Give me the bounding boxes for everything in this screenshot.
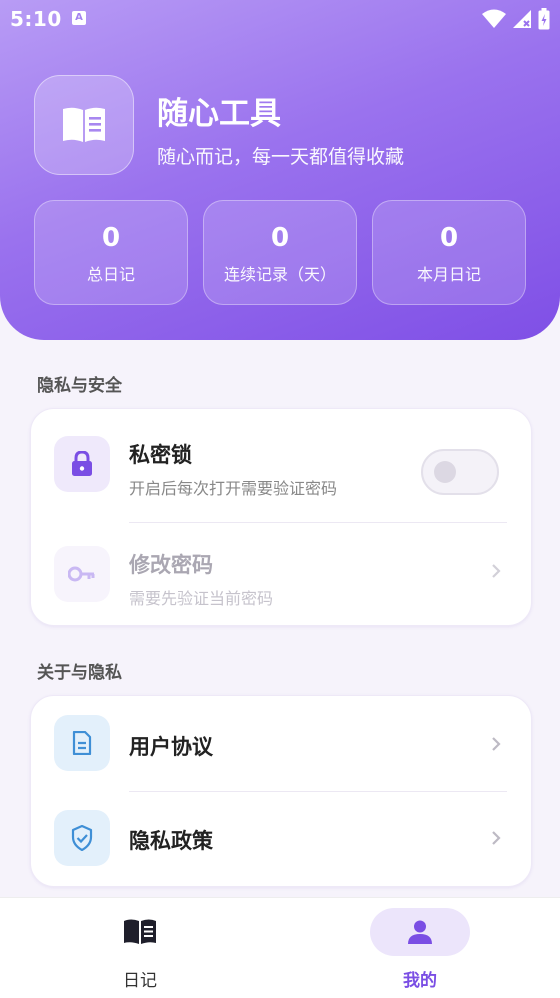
signal-icon	[513, 10, 531, 28]
stat-streak-days: 0 连续记录（天）	[203, 200, 357, 305]
nav-mine-label: 我的	[403, 971, 437, 991]
bottom-nav: 日记 我的	[0, 897, 560, 998]
stat-total-diaries: 0 总日记	[34, 200, 188, 305]
user-agreement-row[interactable]: 用户协议	[31, 696, 531, 791]
private-lock-desc: 开启后每次打开需要验证密码	[129, 479, 338, 498]
nav-item-mine[interactable]: 我的	[280, 898, 560, 998]
privacy-policy-title: 隐私政策	[129, 829, 213, 853]
private-lock-title: 私密锁	[129, 443, 192, 467]
book-icon	[124, 919, 156, 944]
section-title-privacy: 隐私与安全	[37, 376, 122, 396]
stat-label: 连续记录（天）	[223, 265, 336, 284]
change-password-row[interactable]: 修改密码 需要先验证当前密码	[31, 527, 531, 622]
chevron-right-icon	[492, 737, 501, 751]
change-password-desc: 需要先验证当前密码	[129, 589, 274, 608]
battery-icon	[538, 8, 550, 30]
status-time: 5:10	[10, 7, 62, 31]
nav-item-diary[interactable]: 日记	[0, 898, 280, 998]
privacy-card: 私密锁 开启后每次打开需要验证密码 修改密码 需要先验证当前密码	[30, 408, 532, 626]
nav-diary-label: 日记	[123, 971, 157, 991]
section-title-about: 关于与隐私	[37, 663, 122, 683]
wifi-icon	[482, 9, 506, 28]
stat-value: 0	[101, 223, 121, 253]
divider	[129, 522, 507, 523]
stat-label: 本月日记	[416, 265, 481, 284]
shield-check-icon	[71, 825, 93, 851]
key-icon	[68, 566, 95, 582]
about-card: 用户协议 隐私政策	[30, 695, 532, 887]
app-subtitle: 随心而记，每一天都值得收藏	[157, 146, 405, 168]
lock-icon-box	[54, 436, 110, 492]
book-icon	[63, 107, 105, 142]
document-icon-box	[54, 715, 110, 771]
stat-label: 总日记	[86, 265, 135, 284]
stat-value: 0	[270, 223, 290, 253]
lock-icon	[72, 451, 92, 476]
chevron-right-icon	[492, 831, 501, 845]
user-agreement-title: 用户协议	[129, 735, 213, 759]
nav-mine-icon-wrap	[370, 908, 470, 956]
key-icon-box	[54, 546, 110, 602]
private-lock-toggle[interactable]	[421, 449, 499, 495]
toggle-knob	[434, 461, 456, 483]
privacy-policy-row[interactable]: 隐私政策	[31, 791, 531, 886]
stat-value: 0	[439, 223, 459, 253]
nav-diary-icon-wrap	[90, 908, 190, 956]
status-notification-icon: A	[72, 11, 86, 25]
private-lock-row: 私密锁 开启后每次打开需要验证密码	[31, 417, 531, 512]
status-bar: 5:10 A	[0, 0, 560, 38]
change-password-title: 修改密码	[129, 553, 213, 577]
status-indicators	[482, 8, 550, 30]
user-icon	[408, 920, 432, 944]
chevron-right-icon	[492, 564, 501, 578]
stat-month-diaries: 0 本月日记	[372, 200, 526, 305]
app-title: 随心工具	[157, 96, 281, 132]
document-icon	[72, 731, 92, 755]
shield-icon-box	[54, 810, 110, 866]
app-logo	[34, 75, 134, 175]
